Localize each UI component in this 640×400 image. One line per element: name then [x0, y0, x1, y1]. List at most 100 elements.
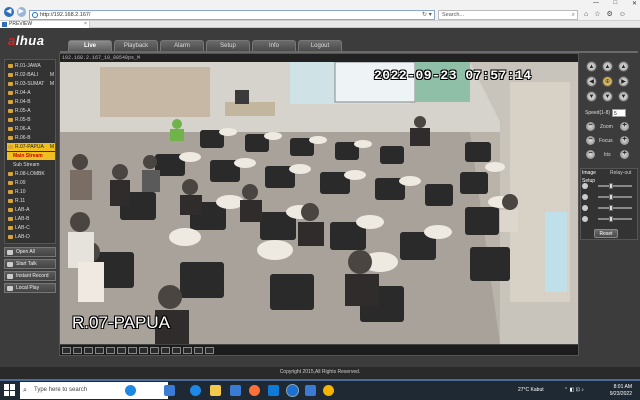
- minimize-button[interactable]: —: [593, 0, 599, 8]
- aspect-ratio-icon[interactable]: [117, 346, 126, 354]
- slider-knob[interactable]: [608, 194, 613, 200]
- smiley-icon[interactable]: ☺: [619, 10, 626, 20]
- tab-alarm[interactable]: Alarm: [160, 40, 204, 51]
- channel-item[interactable]: R.07-PAPUA M: [7, 143, 55, 151]
- hue-slider[interactable]: [582, 216, 634, 222]
- channel-item[interactable]: R.06-A: [7, 125, 55, 133]
- ptz-down-button[interactable]: ▼: [602, 91, 613, 102]
- tray-icons[interactable]: ⌃ ◧ ⊡ ♪: [564, 387, 584, 393]
- channel-item[interactable]: R.05-A: [7, 107, 55, 115]
- ie-taskbar-icon[interactable]: [286, 384, 299, 397]
- tab-info[interactable]: Info: [252, 40, 296, 51]
- file-explorer-icon[interactable]: [210, 385, 221, 396]
- ptz-left-button[interactable]: ◀: [586, 76, 597, 87]
- stream-switch-icon[interactable]: [172, 346, 181, 354]
- slider-knob[interactable]: [608, 205, 613, 211]
- layout-16-icon[interactable]: [95, 346, 104, 354]
- ptz-down-left-button[interactable]: ▼: [586, 91, 597, 102]
- browser-search-input[interactable]: Search... ⌕: [438, 10, 578, 20]
- channel-item[interactable]: R.01-JAWA: [7, 62, 55, 70]
- zoom-plus-button[interactable]: +: [620, 122, 629, 131]
- chrome-icon[interactable]: [323, 385, 334, 396]
- local-play-button[interactable]: Local Play: [4, 283, 56, 293]
- weather-widget[interactable]: 27°C Kabut: [518, 387, 544, 393]
- back-button[interactable]: ◀: [4, 7, 14, 17]
- maximize-button[interactable]: □: [614, 0, 618, 8]
- tab-relay-out[interactable]: Relay-out: [610, 169, 638, 177]
- close-window-button[interactable]: ✕: [632, 0, 637, 8]
- tab-playback[interactable]: Playback: [114, 40, 158, 51]
- channel-item[interactable]: R.04-A: [7, 89, 55, 97]
- tab-close-icon[interactable]: ×: [84, 21, 87, 28]
- layout-9-icon[interactable]: [84, 346, 93, 354]
- browser-tab-preview[interactable]: PREVIEW: [0, 21, 90, 28]
- store-icon[interactable]: [230, 385, 241, 396]
- forward-button[interactable]: ▶: [16, 7, 26, 17]
- home-icon[interactable]: ⌂: [584, 10, 588, 20]
- tab-live[interactable]: Live: [68, 40, 112, 51]
- channel-item[interactable]: R.02-BALI M: [7, 71, 55, 79]
- channel-item[interactable]: LAB-A: [7, 206, 55, 214]
- reset-button[interactable]: Reset: [594, 229, 618, 238]
- channel-item[interactable]: LAB-D: [7, 233, 55, 241]
- ptz-up-left-button[interactable]: ▲: [586, 61, 597, 72]
- channel-item[interactable]: R.08-LOMBK: [7, 170, 55, 178]
- channel-item[interactable]: R.03-SUMAT M: [7, 80, 55, 88]
- ptz-up-right-button[interactable]: ▲: [618, 61, 629, 72]
- settings-video-icon[interactable]: [205, 346, 214, 354]
- open-all-button[interactable]: Open All: [4, 247, 56, 257]
- layout-4-icon[interactable]: [73, 346, 82, 354]
- tab-image-setup[interactable]: Image Setup: [581, 169, 609, 184]
- audio-icon[interactable]: [150, 346, 159, 354]
- sub-stream-option[interactable]: Sub Stream: [7, 161, 55, 169]
- ptz-up-button[interactable]: ▲: [602, 61, 613, 72]
- channel-item[interactable]: R.04-B: [7, 98, 55, 106]
- firefox-icon[interactable]: [249, 385, 260, 396]
- search-icon[interactable]: ⌕: [572, 11, 575, 19]
- iris-plus-button[interactable]: +: [620, 150, 629, 159]
- windows-start-icon[interactable]: [4, 384, 16, 396]
- star-icon[interactable]: ☆: [594, 10, 600, 20]
- brightness-slider[interactable]: [582, 183, 634, 189]
- zoom-digital-icon[interactable]: [161, 346, 170, 354]
- address-bar[interactable]: http://192.168.2.167/: [29, 10, 435, 20]
- slider-knob[interactable]: [608, 183, 613, 189]
- channel-item[interactable]: R.06-B: [7, 134, 55, 142]
- ptz-right-button[interactable]: ▶: [618, 76, 629, 87]
- contrast-slider[interactable]: [582, 194, 634, 200]
- channel-item[interactable]: LAB-B: [7, 215, 55, 223]
- layout-1-icon[interactable]: [62, 346, 71, 354]
- channel-item[interactable]: R.10: [7, 188, 55, 196]
- close-all-icon[interactable]: [183, 346, 192, 354]
- start-talk-button[interactable]: Start Talk: [4, 259, 56, 269]
- gear-icon[interactable]: ⚙: [607, 10, 613, 20]
- mail-icon[interactable]: [268, 385, 279, 396]
- task-view-icon[interactable]: [164, 385, 175, 396]
- tab-logout[interactable]: Logout: [298, 40, 342, 51]
- clock[interactable]: 8:01 AM 9/23/2022: [610, 384, 632, 398]
- refresh-video-icon[interactable]: [194, 346, 203, 354]
- channel-item[interactable]: LAB-C: [7, 224, 55, 232]
- refresh-dropdown-icon[interactable]: ↻ ▾: [422, 10, 436, 20]
- main-stream-option[interactable]: Main Stream: [7, 152, 55, 160]
- speed-select[interactable]: 5: [612, 109, 626, 117]
- edge-taskbar-icon[interactable]: [190, 385, 201, 396]
- snapshot-icon[interactable]: [128, 346, 137, 354]
- saturation-slider[interactable]: [582, 205, 634, 211]
- iris-minus-button[interactable]: −: [586, 150, 595, 159]
- channel-item[interactable]: R.09: [7, 179, 55, 187]
- zoom-minus-button[interactable]: −: [586, 122, 595, 131]
- monitor-app-icon[interactable]: [305, 385, 316, 396]
- tab-setup[interactable]: Setup: [206, 40, 250, 51]
- ptz-center-button[interactable]: ⊕: [602, 76, 613, 87]
- fullscreen-icon[interactable]: [106, 346, 115, 354]
- channel-item[interactable]: R.05-B: [7, 116, 55, 124]
- channel-item[interactable]: R.11: [7, 197, 55, 205]
- live-video-feed[interactable]: [60, 62, 578, 344]
- instant-record-button[interactable]: Instant Record: [4, 271, 56, 281]
- edge-icon[interactable]: [125, 385, 136, 396]
- focus-minus-button[interactable]: −: [586, 136, 595, 145]
- focus-plus-button[interactable]: +: [620, 136, 629, 145]
- taskbar-search-input[interactable]: ⌕ Type here to search: [20, 382, 168, 399]
- slider-knob[interactable]: [608, 216, 613, 222]
